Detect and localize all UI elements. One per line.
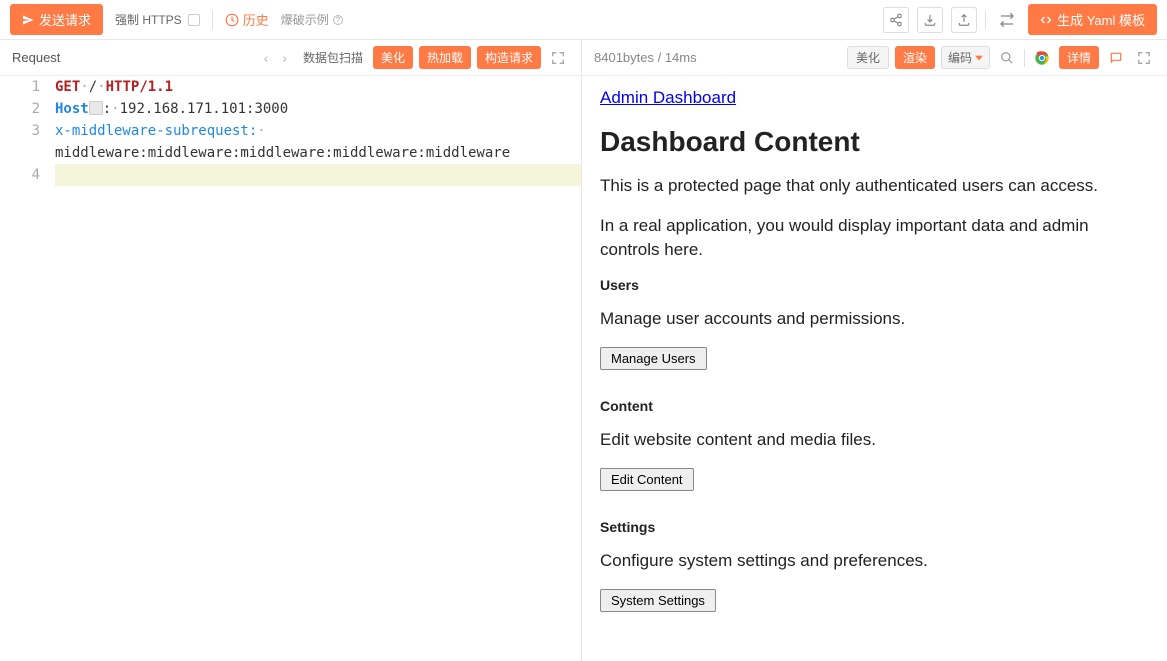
construct-button[interactable]: 构造请求: [477, 46, 541, 69]
dashboard-heading: Dashboard Content: [600, 126, 1149, 158]
export-button[interactable]: [917, 7, 943, 33]
import-button[interactable]: [951, 7, 977, 33]
page-paragraph: Edit website content and media files.: [600, 428, 1149, 452]
prev-button[interactable]: ‹: [260, 50, 273, 66]
beautify-button[interactable]: 美化: [373, 46, 413, 69]
response-body: Admin Dashboard Dashboard Content This i…: [582, 76, 1167, 661]
resp-search-button[interactable]: [996, 47, 1018, 69]
fullscreen-icon: [551, 51, 565, 65]
force-https-toggle[interactable]: 强制 HTTPS: [115, 11, 200, 28]
page-paragraph: Configure system settings and preference…: [600, 549, 1149, 573]
settings-heading: Settings: [600, 519, 1149, 535]
main-split: Request ‹ › 数据包扫描 美化 热加载 构造请求 1 GET·/·HT…: [0, 40, 1167, 661]
export-icon: [923, 13, 937, 27]
fullscreen-button[interactable]: [547, 47, 569, 69]
scan-label[interactable]: 数据包扫描: [303, 49, 363, 66]
divider: [212, 11, 213, 29]
request-title: Request: [12, 50, 60, 65]
share-button[interactable]: [883, 7, 909, 33]
resp-chat-button[interactable]: [1105, 47, 1127, 69]
chat-icon: [1109, 51, 1123, 65]
resp-render-button[interactable]: 渲染: [895, 46, 935, 69]
page-paragraph: Manage user accounts and permissions.: [600, 307, 1149, 331]
top-toolbar: 发送请求 强制 HTTPS 历史 爆破示例 生成: [0, 0, 1167, 40]
chevron-down-icon: [975, 54, 983, 62]
page-paragraph: In a real application, you would display…: [600, 214, 1149, 262]
code-icon: [1040, 14, 1052, 26]
history-link[interactable]: 历史: [225, 10, 269, 29]
request-header: Request ‹ › 数据包扫描 美化 热加载 构造请求: [0, 40, 581, 76]
toolbar-left: 发送请求 强制 HTTPS 历史 爆破示例: [10, 4, 344, 35]
resp-chrome-button[interactable]: [1031, 47, 1053, 69]
search-icon: [1000, 51, 1014, 65]
resp-beautify-button[interactable]: 美化: [847, 46, 889, 69]
swap-icon: [999, 12, 1015, 28]
code-line-active: 4: [0, 164, 581, 186]
chrome-icon: [1034, 50, 1050, 66]
help-icon: [332, 14, 344, 26]
gen-yaml-label: 生成 Yaml 模板: [1057, 10, 1145, 29]
edit-content-button[interactable]: Edit Content: [600, 468, 694, 491]
admin-dashboard-link[interactable]: Admin Dashboard: [600, 88, 736, 107]
blast-example-link[interactable]: 爆破示例: [281, 11, 344, 28]
send-icon: [22, 14, 34, 26]
next-button[interactable]: ›: [278, 50, 291, 66]
import-icon: [957, 13, 971, 27]
fullscreen-icon: [1137, 51, 1151, 65]
share-icon: [889, 13, 903, 27]
system-settings-button[interactable]: System Settings: [600, 589, 716, 612]
page-paragraph: This is a protected page that only authe…: [600, 174, 1149, 198]
code-line: 2 Host:·192.168.171.101:3000: [0, 98, 581, 120]
response-pane: 8401bytes / 14ms 美化 渲染 编码 详情: [582, 40, 1167, 661]
hotload-button[interactable]: 热加载: [419, 46, 471, 69]
request-pane: Request ‹ › 数据包扫描 美化 热加载 构造请求 1 GET·/·HT…: [0, 40, 582, 661]
code-line: 1 GET·/·HTTP/1.1: [0, 76, 581, 98]
divider: [1024, 49, 1025, 67]
divider: [985, 11, 986, 29]
code-editor[interactable]: 1 GET·/·HTTP/1.1 2 Host:·192.168.171.101…: [0, 76, 581, 661]
send-request-button[interactable]: 发送请求: [10, 4, 103, 35]
response-status: 8401bytes / 14ms: [594, 50, 697, 65]
content-heading: Content: [600, 398, 1149, 414]
users-heading: Users: [600, 277, 1149, 293]
checkbox-icon: [188, 14, 200, 26]
swap-button[interactable]: [994, 7, 1020, 33]
code-line: middleware:middleware:middleware:middlew…: [0, 142, 581, 164]
code-line: 3 x-middleware-subrequest:·: [0, 120, 581, 142]
manage-users-button[interactable]: Manage Users: [600, 347, 707, 370]
resp-fullscreen-button[interactable]: [1133, 47, 1155, 69]
response-header: 8401bytes / 14ms 美化 渲染 编码 详情: [582, 40, 1167, 76]
resp-detail-button[interactable]: 详情: [1059, 46, 1099, 69]
generate-yaml-button[interactable]: 生成 Yaml 模板: [1028, 4, 1157, 35]
toolbar-right: 生成 Yaml 模板: [883, 4, 1157, 35]
send-label: 发送请求: [39, 10, 91, 29]
clock-icon: [225, 13, 239, 27]
resp-encode-dropdown[interactable]: 编码: [941, 46, 990, 69]
